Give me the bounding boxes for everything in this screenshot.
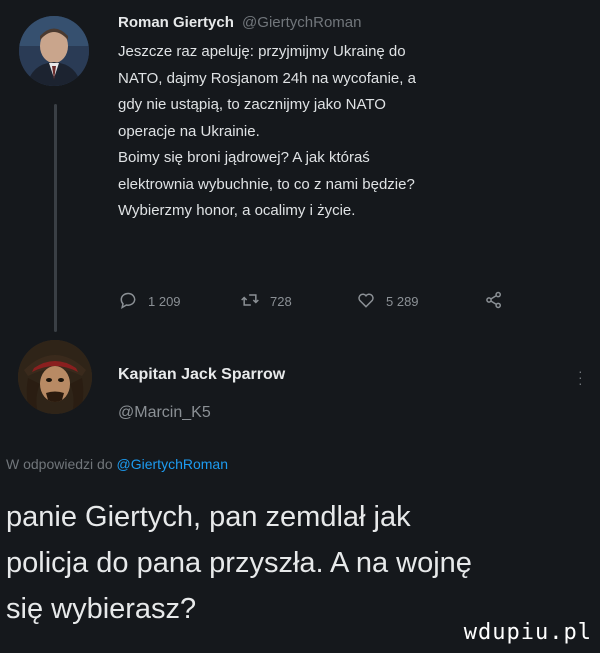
tweet-author-row: Roman Giertych @GiertychRoman [118, 12, 588, 34]
author-name[interactable]: Roman Giertych [118, 14, 234, 31]
tweet-text: Jeszcze raz apeluję: przyjmijmy Ukrainę … [118, 39, 588, 225]
retweet-count: 728 [270, 294, 292, 309]
reply-text-line: policja do pana przyszła. A na wojnę [6, 547, 472, 579]
share-icon [484, 290, 514, 313]
tweet-actions: 1 209 728 5 289 [118, 290, 518, 314]
avatar[interactable] [19, 16, 89, 86]
tweet-text-line: NATO, dajmy Rosjanom 24h na wycofanie, a [118, 69, 416, 87]
reply-author-name[interactable]: Kapitan Jack Sparrow [118, 366, 285, 383]
reply-icon [118, 290, 148, 313]
avatar[interactable] [18, 340, 92, 414]
replying-to-prefix: W odpowiedzi do [6, 456, 113, 472]
reply-count: 1 209 [148, 294, 181, 309]
tweet-text-line: operacje na Ukrainie. [118, 122, 260, 140]
reply-text: panie Giertych, pan zemdlał jak policja … [6, 494, 596, 632]
like-count: 5 289 [386, 294, 419, 309]
original-tweet[interactable]: Roman Giertych @GiertychRoman Jeszcze ra… [118, 12, 588, 225]
like-button[interactable]: 5 289 [356, 290, 419, 313]
retweet-button[interactable]: 728 [240, 290, 292, 313]
tweet-text-line: Jeszcze raz apeluję: przyjmijmy Ukrainę … [118, 43, 406, 60]
share-button[interactable] [484, 290, 514, 313]
tweet-text-line: Boimy się broni jądrowej? A jak któraś [118, 149, 370, 166]
tweet-text-line: Wybierzmy honor, a ocalimy i życie. [118, 202, 356, 219]
reply-text-line: panie Giertych, pan zemdlał jak [6, 501, 411, 533]
replying-to: W odpowiedzi do @GiertychRoman [6, 456, 228, 472]
thread-line [54, 104, 57, 332]
reply-author-row: Kapitan Jack Sparrow [118, 366, 285, 384]
retweet-icon [240, 290, 270, 313]
author-handle[interactable]: @GiertychRoman [242, 14, 361, 31]
more-icon[interactable]: · · · [578, 364, 583, 390]
tweet-text-line: elektrownia wybuchnie, to co z nami będz… [118, 175, 415, 193]
like-icon [356, 290, 386, 313]
watermark: wdupiu.pl [463, 620, 592, 645]
replying-to-mention[interactable]: @GiertychRoman [117, 456, 228, 472]
reply-button[interactable]: 1 209 [118, 290, 181, 313]
reply-author-handle[interactable]: @Marcin_K5 [118, 404, 211, 422]
tweet-text-line: gdy nie ustąpią, to zacznijmy jako NATO [118, 96, 386, 113]
